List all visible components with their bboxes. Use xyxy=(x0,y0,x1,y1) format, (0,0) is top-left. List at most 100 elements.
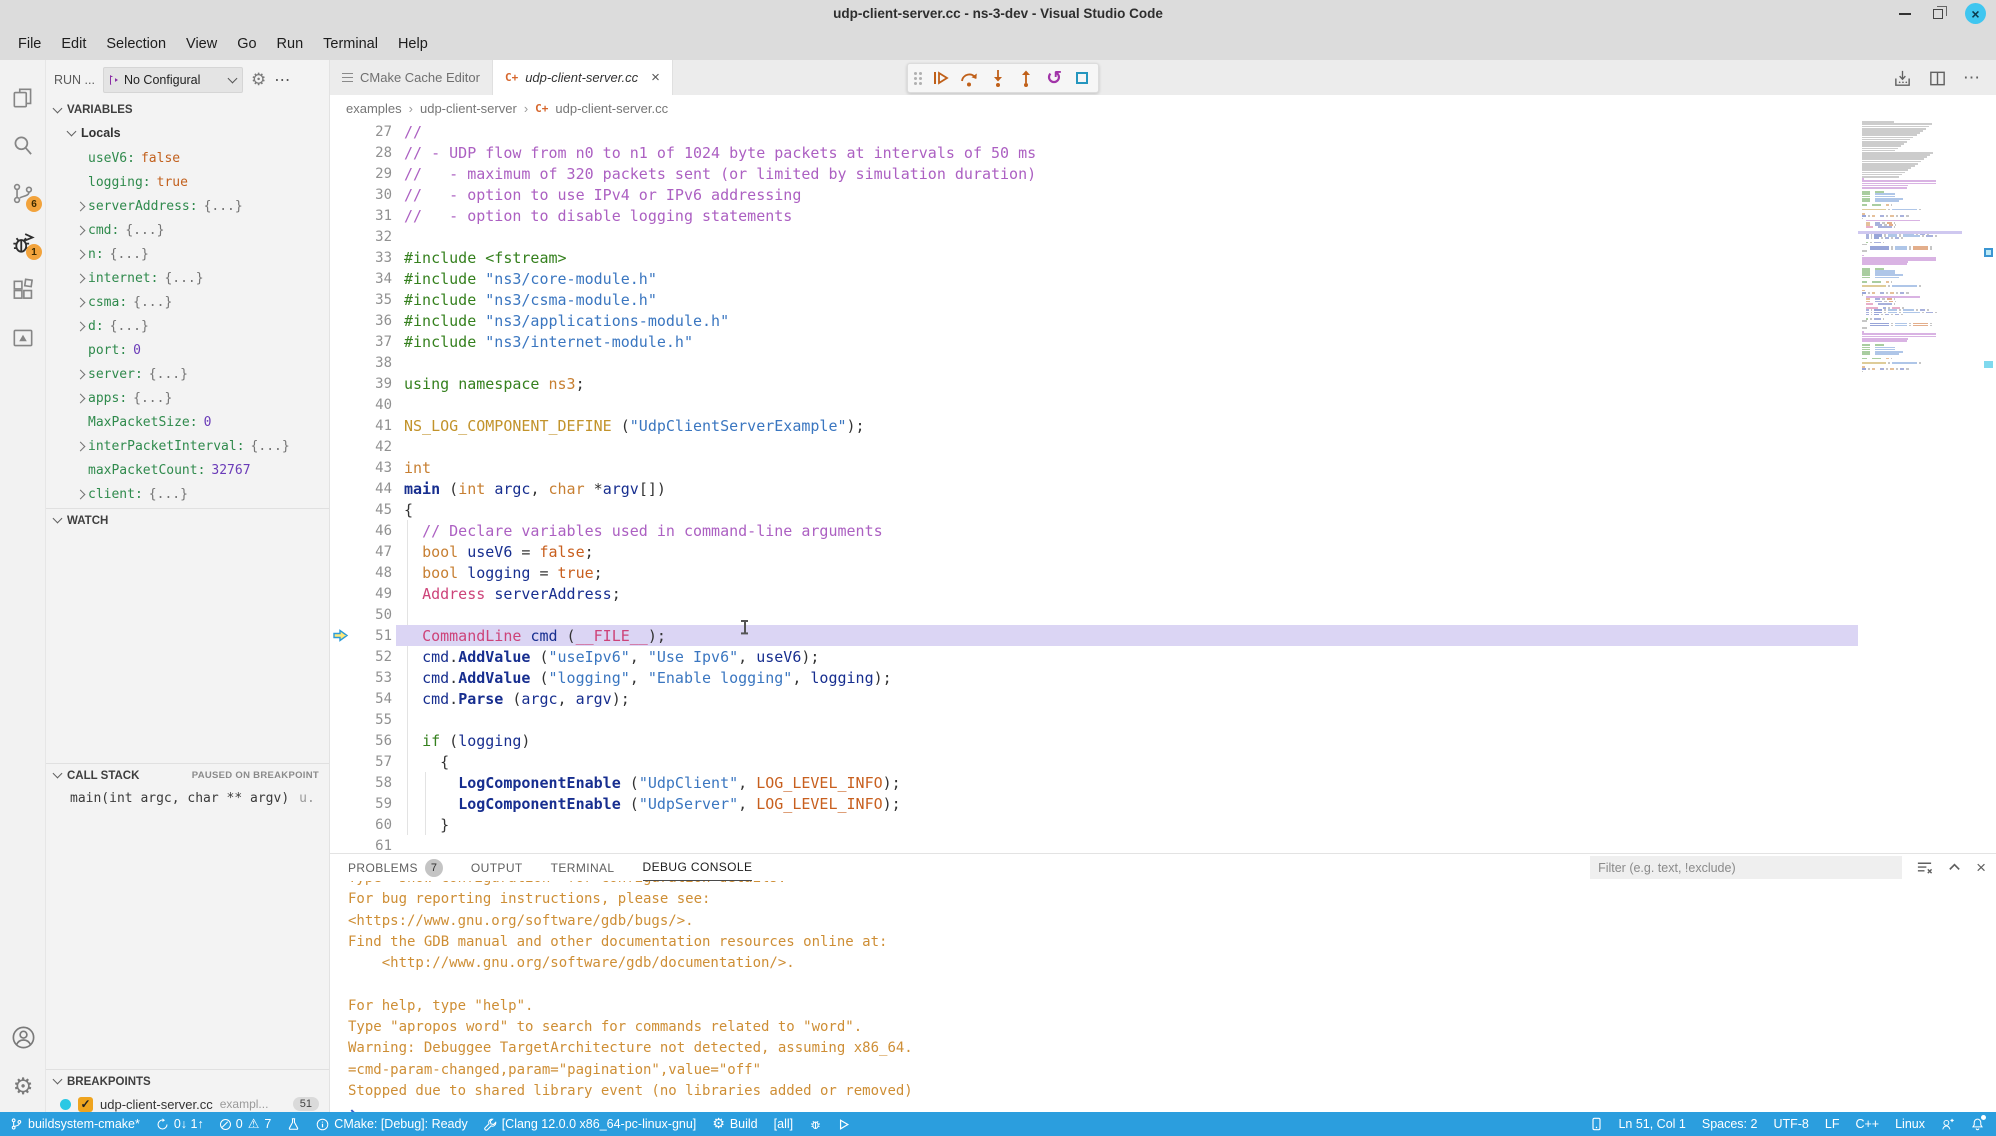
drag-handle-icon[interactable] xyxy=(914,72,922,85)
code-line-44[interactable]: 44main (int argc, char *argv[]) xyxy=(330,478,1858,499)
encoding-status[interactable]: UTF-8 xyxy=(1773,1117,1808,1131)
sidebar-item-testing[interactable] xyxy=(0,314,46,362)
debug-console[interactable]: Type "show configuration" for configurat… xyxy=(330,881,1996,1113)
breakpoints-section-header[interactable]: BREAKPOINTS xyxy=(46,1069,329,1093)
tab-problems[interactable]: PROBLEMS 7 xyxy=(348,854,443,881)
menu-view[interactable]: View xyxy=(176,32,227,56)
tab-cmake-cache-editor[interactable]: CMake Cache Editor xyxy=(330,60,493,95)
variable-logging[interactable]: logging:true xyxy=(46,170,329,194)
sync-status[interactable]: 0↓ 1↑ xyxy=(156,1117,204,1131)
code-line-30[interactable]: 30// - option to use IPv4 or IPv6 addres… xyxy=(330,184,1858,205)
cmake-status[interactable]: CMake: [Debug]: Ready xyxy=(316,1117,467,1131)
debug-target-button[interactable] xyxy=(809,1117,822,1131)
variable-useV6[interactable]: useV6:false xyxy=(46,146,329,170)
feedback-button[interactable] xyxy=(1941,1118,1955,1131)
breadcrumb-item[interactable]: examples xyxy=(346,101,402,116)
console-filter-input[interactable] xyxy=(1590,856,1902,879)
indentation-status[interactable]: Spaces: 2 xyxy=(1702,1117,1758,1131)
variable-maxPacketCount[interactable]: maxPacketCount:32767 xyxy=(46,458,329,482)
tab-debug-console[interactable]: DEBUG CONSOLE xyxy=(643,854,753,881)
problems-status[interactable]: 0 ⚠ 7 xyxy=(220,1117,272,1131)
os-indicator[interactable]: Linux xyxy=(1895,1117,1925,1131)
code-line-60[interactable]: 60 } xyxy=(330,814,1858,835)
code-line-36[interactable]: 36#include "ns3/applications-module.h" xyxy=(330,310,1858,331)
breadcrumb-item[interactable]: udp-client-server.cc xyxy=(555,101,668,116)
code-line-34[interactable]: 34#include "ns3/core-module.h" xyxy=(330,268,1858,289)
code-line-55[interactable]: 55 xyxy=(330,709,1858,730)
locals-scope[interactable]: Locals xyxy=(46,122,329,144)
maximize-panel-icon[interactable] xyxy=(1947,860,1962,875)
variables-section-header[interactable]: VARIABLES xyxy=(46,98,329,122)
minimize-icon[interactable] xyxy=(1899,13,1911,15)
tab-terminal[interactable]: TERMINAL xyxy=(551,854,615,881)
variable-n[interactable]: n:{...} xyxy=(46,242,329,266)
breadcrumb-item[interactable]: udp-client-server xyxy=(420,101,517,116)
code-line-38[interactable]: 38 xyxy=(330,352,1858,373)
minimap[interactable] xyxy=(1858,121,1962,853)
close-icon[interactable]: × xyxy=(1965,3,1986,24)
code-line-40[interactable]: 40 xyxy=(330,394,1858,415)
call-stack-section-header[interactable]: CALL STACK PAUSED ON BREAKPOINT xyxy=(46,763,329,787)
menu-go[interactable]: Go xyxy=(227,32,266,56)
code-line-59[interactable]: 59 LogComponentEnable ("UdpServer", LOG_… xyxy=(330,793,1858,814)
settings-button[interactable]: ⚙ xyxy=(0,1063,46,1111)
close-tab-icon[interactable]: × xyxy=(651,69,660,86)
variable-port[interactable]: port:0 xyxy=(46,338,329,362)
kit-selection[interactable]: [Clang 12.0.0 x86_64-pc-linux-gnu] xyxy=(484,1117,697,1131)
restart-button[interactable]: ↺ xyxy=(1045,67,1064,89)
variable-interPacketInterval[interactable]: interPacketInterval:{...} xyxy=(46,434,329,458)
step-out-button[interactable] xyxy=(1016,67,1035,89)
menu-edit[interactable]: Edit xyxy=(51,32,96,56)
build-target-button[interactable]: [all] xyxy=(774,1117,793,1131)
variable-d[interactable]: d:{...} xyxy=(46,314,329,338)
split-editor-icon[interactable] xyxy=(1928,69,1947,88)
menu-help[interactable]: Help xyxy=(388,32,438,56)
code-line-56[interactable]: 56 if (logging) xyxy=(330,730,1858,751)
ctest-button[interactable] xyxy=(287,1117,300,1131)
code-line-31[interactable]: 31// - option to disable logging stateme… xyxy=(330,205,1858,226)
code-line-43[interactable]: 43int xyxy=(330,457,1858,478)
variable-csma[interactable]: csma:{...} xyxy=(46,290,329,314)
code-line-39[interactable]: 39using namespace ns3; xyxy=(330,373,1858,394)
close-panel-icon[interactable]: × xyxy=(1976,858,1986,878)
build-button[interactable]: ⚙ Build xyxy=(712,1117,757,1131)
code-line-54[interactable]: 54 cmd.Parse (argc, argv); xyxy=(330,688,1858,709)
code-line-47[interactable]: 47 bool useV6 = false; xyxy=(330,541,1858,562)
code-line-29[interactable]: 29// - maximum of 320 packets sent (or l… xyxy=(330,163,1858,184)
variable-server[interactable]: server:{...} xyxy=(46,362,329,386)
code-line-42[interactable]: 42 xyxy=(330,436,1858,457)
code-line-41[interactable]: 41NS_LOG_COMPONENT_DEFINE ("UdpClientSer… xyxy=(330,415,1858,436)
eol-status[interactable]: LF xyxy=(1825,1117,1840,1131)
sidebar-item-search[interactable] xyxy=(0,122,46,170)
stop-button[interactable] xyxy=(1073,67,1092,89)
code-line-50[interactable]: 50 xyxy=(330,604,1858,625)
account-button[interactable] xyxy=(0,1013,46,1061)
code-line-61[interactable]: 61 xyxy=(330,835,1858,853)
git-branch-status[interactable]: buildsystem-cmake* xyxy=(10,1117,140,1131)
menu-selection[interactable]: Selection xyxy=(96,32,176,56)
tab-udp-client-server[interactable]: C+ udp-client-server.cc × xyxy=(493,60,673,95)
code-line-49[interactable]: 49 Address serverAddress; xyxy=(330,583,1858,604)
sidebar-item-source-control[interactable]: 6 xyxy=(0,170,46,218)
language-mode[interactable]: C++ xyxy=(1855,1117,1879,1131)
code-line-53[interactable]: 53 cmd.AddValue ("logging", "Enable logg… xyxy=(330,667,1858,688)
run-file-icon[interactable] xyxy=(1893,69,1912,88)
menu-terminal[interactable]: Terminal xyxy=(313,32,388,56)
launch-target-button[interactable] xyxy=(838,1118,850,1131)
variable-MaxPacketSize[interactable]: MaxPacketSize:0 xyxy=(46,410,329,434)
code-line-51[interactable]: 51 CommandLine cmd (__FILE__); xyxy=(330,625,1858,646)
code-line-45[interactable]: 45{ xyxy=(330,499,1858,520)
remote-indicator[interactable] xyxy=(1591,1117,1602,1131)
cursor-position[interactable]: Ln 51, Col 1 xyxy=(1618,1117,1685,1131)
tab-output[interactable]: OUTPUT xyxy=(471,854,523,881)
notifications-button[interactable] xyxy=(1971,1117,1984,1131)
step-into-button[interactable] xyxy=(988,67,1007,89)
code-line-28[interactable]: 28// - UDP flow from n0 to n1 of 1024 by… xyxy=(330,142,1858,163)
code-editor[interactable]: 27//28// - UDP flow from n0 to n1 of 102… xyxy=(330,121,1858,853)
sidebar-item-extensions[interactable] xyxy=(0,266,46,314)
menu-file[interactable]: File xyxy=(8,32,51,56)
clear-console-icon[interactable] xyxy=(1916,859,1933,876)
debug-settings-gear-icon[interactable]: ⚙ xyxy=(251,72,266,89)
code-line-52[interactable]: 52 cmd.AddValue ("useIpv6", "Use Ipv6", … xyxy=(330,646,1858,667)
code-line-46[interactable]: 46 // Declare variables used in command-… xyxy=(330,520,1858,541)
